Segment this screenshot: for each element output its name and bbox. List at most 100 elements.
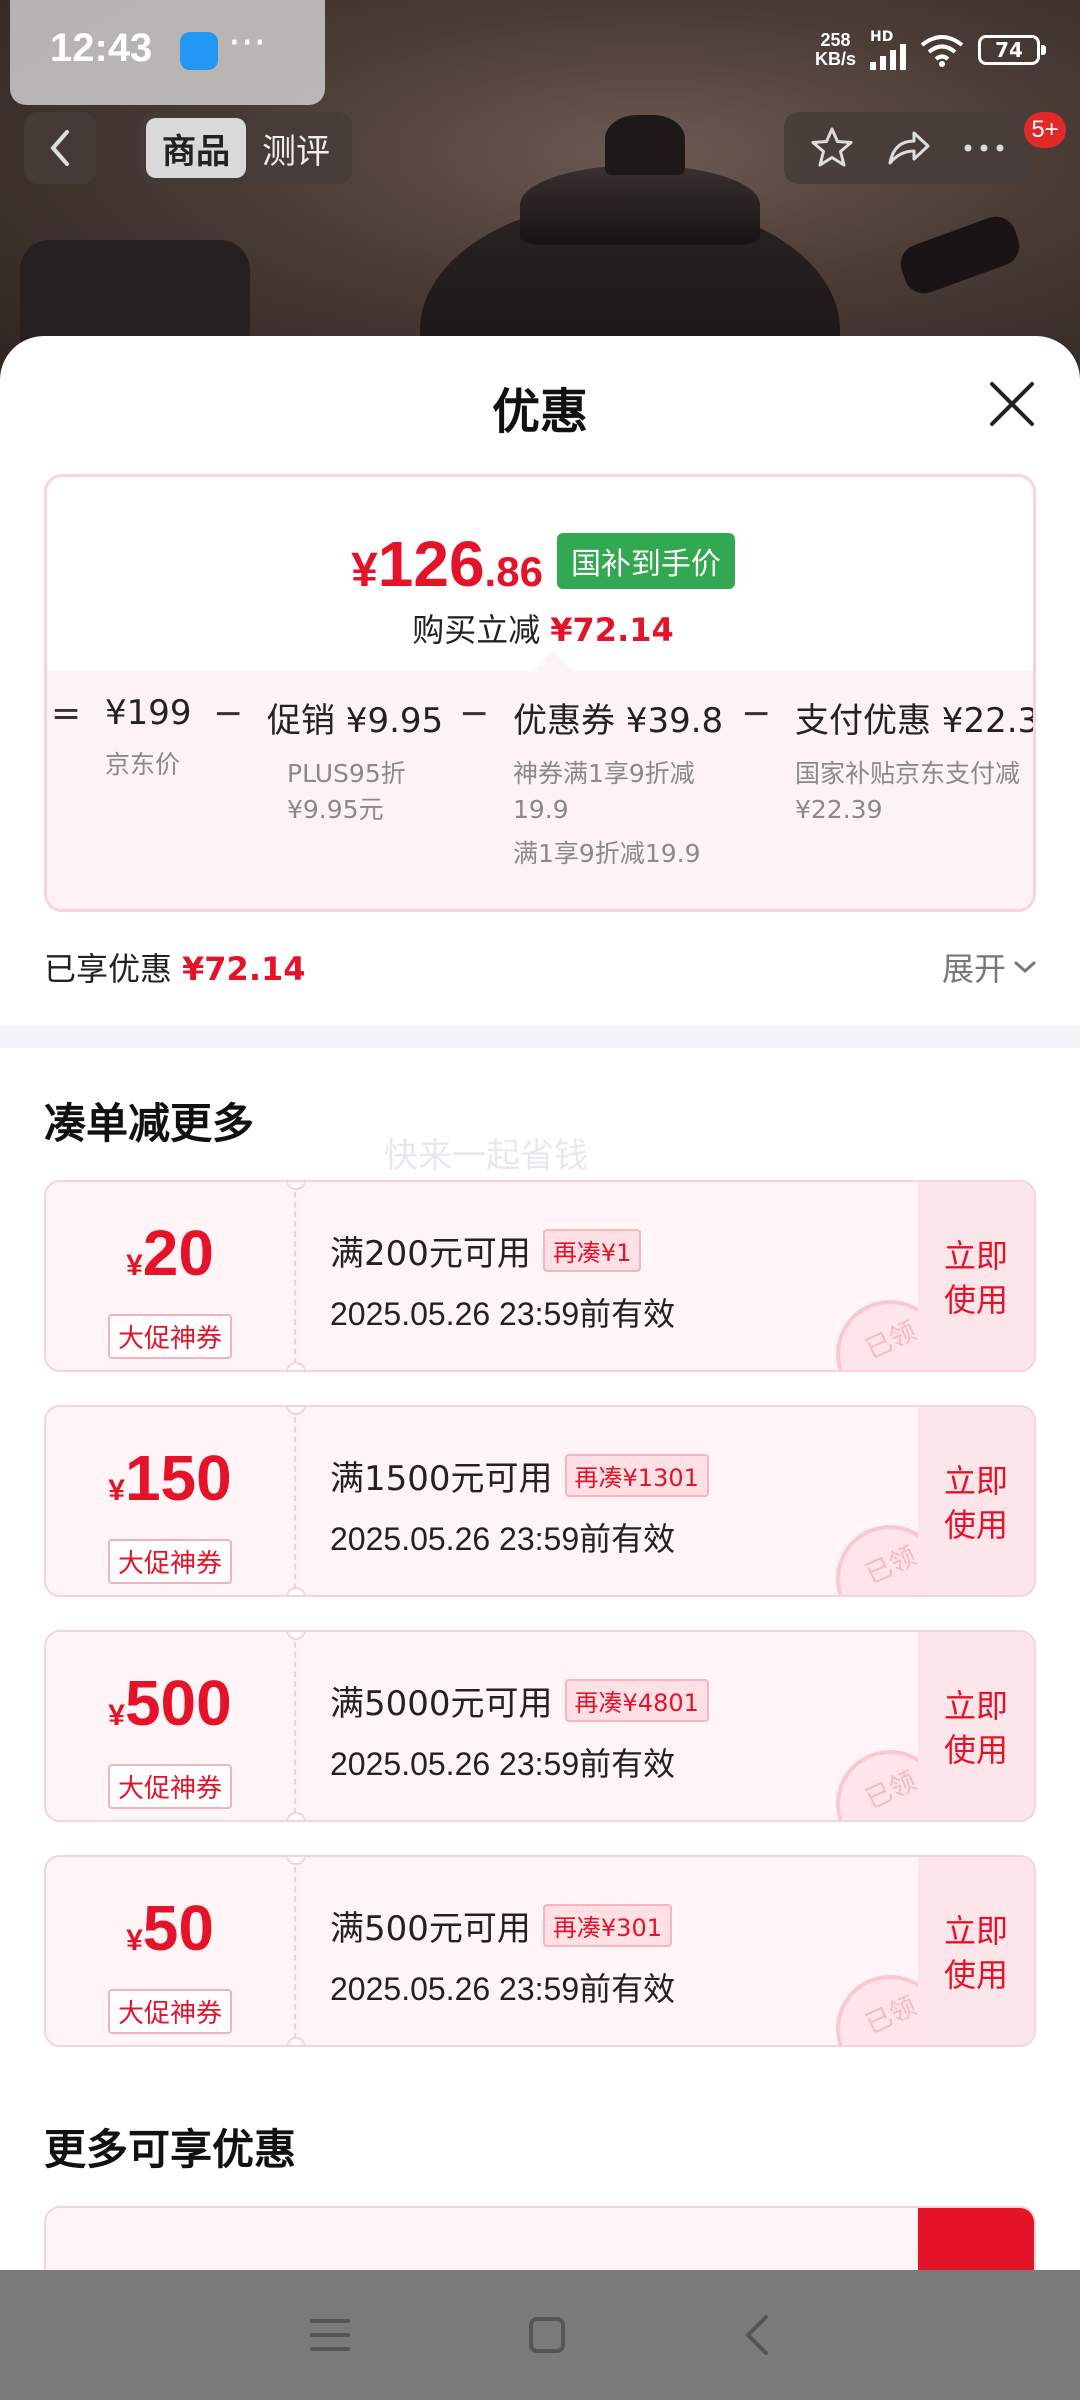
status-left-panel: 12:43 ··· bbox=[10, 0, 325, 105]
enjoyed-discount: 已享优惠 ¥72.14 bbox=[44, 944, 306, 990]
price-integer: 126 bbox=[377, 528, 485, 600]
use-now-line: 立即 bbox=[943, 1687, 1008, 1725]
coupon-validity: 2025.05.26 23:59前有效 bbox=[330, 1296, 676, 1332]
coupon-card: ¥50 大促神券 满500元可用 再凑¥301 2025.05.26 23:59… bbox=[44, 1855, 1036, 2047]
chevron-left-icon bbox=[50, 130, 69, 166]
coupon-notch bbox=[286, 1362, 306, 1370]
chevron-down-icon bbox=[1014, 961, 1036, 974]
breakdown-amount: 促销 ¥9.95 bbox=[267, 701, 444, 741]
coupon-info: 满5000元可用 再凑¥4801 2025.05.26 23:59前有效 bbox=[330, 1676, 709, 1785]
coupon-remaining-tag: 再凑¥301 bbox=[542, 1904, 672, 1947]
coupon-currency: ¥ bbox=[108, 1699, 125, 1732]
equals-sign: = bbox=[51, 693, 82, 734]
final-price: ¥ 126 .86 国补到手价 bbox=[47, 527, 1033, 601]
use-now-line: 使用 bbox=[943, 1956, 1008, 1994]
use-now-line: 使用 bbox=[943, 1731, 1008, 1769]
pot-knob-decor bbox=[605, 115, 685, 175]
coupon-info: 满1500元可用 再凑¥1301 2025.05.26 23:59前有效 bbox=[330, 1451, 709, 1560]
breakdown-desc: 国家补贴京东支付减 ¥22.39 bbox=[795, 756, 1033, 828]
coupon-amount: ¥500 bbox=[46, 1670, 294, 1754]
tab-review[interactable]: 测评 bbox=[246, 118, 346, 178]
coupon-condition-text: 满1500元可用 bbox=[330, 1459, 553, 1499]
breakdown-desc-line: ¥22.39 bbox=[795, 795, 883, 824]
status-time: 12:43 bbox=[50, 26, 153, 70]
use-now-label: 立即 使用 bbox=[941, 1234, 1011, 1322]
instant-discount-amount: ¥72.14 bbox=[550, 611, 674, 649]
use-now-button[interactable]: 立即 使用 bbox=[918, 1407, 1034, 1595]
use-now-button[interactable]: 立即 使用 bbox=[918, 1182, 1034, 1370]
instant-discount-label: 购买立减 bbox=[412, 611, 541, 649]
coupon-validity: 2025.05.26 23:59前有效 bbox=[330, 1521, 676, 1557]
use-now-line: 立即 bbox=[943, 1237, 1008, 1275]
coupon-condition-text: 满5000元可用 bbox=[330, 1684, 553, 1724]
coupon-amount-number: 500 bbox=[124, 1667, 232, 1739]
coupon-card: ¥500 大促神券 满5000元可用 再凑¥4801 2025.05.26 23… bbox=[44, 1630, 1036, 1822]
price-summary-card: ¥ 126 .86 国补到手价 购买立减 ¥72.14 = ¥199 京东价 − … bbox=[44, 474, 1036, 912]
breakdown-pointer bbox=[533, 651, 573, 691]
breakdown-item-coupon: 优惠券 ¥39.8 神券满1享9折减19.9 满1享9折减19.9 bbox=[513, 693, 723, 872]
coupon-remaining-tag: 再凑¥1 bbox=[542, 1229, 642, 1272]
price-decimal: .86 bbox=[484, 548, 543, 595]
tab-product[interactable]: 商品 bbox=[146, 118, 246, 178]
coupon-currency: ¥ bbox=[108, 1474, 125, 1507]
home-icon[interactable] bbox=[527, 2315, 567, 2355]
coupon-card: ¥20 大促神券 满200元可用 再凑¥1 2025.05.26 23:59前有… bbox=[44, 1180, 1036, 1372]
claimed-stamp-text: 已领 bbox=[861, 1766, 921, 1816]
coupon-condition-text: 满200元可用 bbox=[330, 1234, 531, 1274]
use-now-button[interactable]: 立即 使用 bbox=[918, 1632, 1034, 1820]
coupon-value: ¥20 大促神券 bbox=[46, 1182, 296, 1370]
more-discount-card bbox=[44, 2206, 1036, 2270]
breakdown-item-promotion: 促销 ¥9.95 PLUS95折 ¥9.95元 bbox=[267, 693, 443, 828]
coupon-amount-number: 150 bbox=[124, 1442, 232, 1514]
share-icon[interactable] bbox=[884, 125, 932, 171]
coupon-info: 满200元可用 再凑¥1 2025.05.26 23:59前有效 bbox=[330, 1226, 675, 1335]
use-now-button[interactable]: 立即 使用 bbox=[918, 1857, 1034, 2045]
sheet-title: 优惠 bbox=[491, 384, 588, 440]
coupon-currency: ¥ bbox=[126, 1924, 143, 1957]
breakdown-desc: 神券满1享9折减19.9 满1享9折减19.9 bbox=[513, 756, 723, 872]
coupon-remaining-tag: 再凑¥4801 bbox=[564, 1679, 709, 1722]
coupon-amount-number: 50 bbox=[142, 1892, 214, 1964]
status-bar: 12:43 ··· 258 KB/s HD 74 bbox=[0, 0, 1080, 105]
battery-icon: 74 bbox=[978, 35, 1046, 65]
expand-button[interactable]: 展开 bbox=[942, 944, 1036, 990]
system-nav-bar bbox=[0, 2270, 1080, 2400]
minus-sign: − bbox=[741, 693, 772, 734]
header-tabs: 商品 测评 bbox=[140, 112, 352, 184]
star-icon[interactable] bbox=[809, 125, 855, 171]
breakdown-amount: 支付优惠 ¥22.39 bbox=[795, 701, 1036, 741]
coupon-type-tag: 大促神券 bbox=[107, 1314, 232, 1359]
coupon-info: 满500元可用 再凑¥301 2025.05.26 23:59前有效 bbox=[330, 1901, 675, 2010]
network-speed-unit: KB/s bbox=[814, 49, 856, 69]
claimed-stamp-text: 已领 bbox=[861, 1541, 921, 1591]
claimed-stamp-text: 已领 bbox=[861, 1316, 921, 1366]
coupon-type-tag: 大促神券 bbox=[107, 1539, 232, 1584]
coupon-value: ¥50 大促神券 bbox=[46, 1857, 296, 2045]
close-icon[interactable] bbox=[984, 376, 1040, 432]
coupon-condition: 满5000元可用 再凑¥4801 bbox=[330, 1676, 709, 1725]
coupon-condition: 满500元可用 再凑¥301 bbox=[330, 1901, 675, 1950]
breakdown-desc: PLUS95折 ¥9.95元 bbox=[267, 756, 443, 828]
back-button[interactable] bbox=[24, 112, 96, 184]
coupon-type-tag: 大促神券 bbox=[107, 1989, 232, 2034]
coupon-condition: 满1500元可用 再凑¥1301 bbox=[330, 1451, 709, 1500]
coupon-condition-text: 满500元可用 bbox=[330, 1909, 531, 1949]
coupon-currency: ¥ bbox=[126, 1249, 143, 1282]
signal-icon bbox=[870, 44, 906, 70]
menu-icon[interactable] bbox=[308, 2315, 352, 2355]
app-notification-icon bbox=[180, 32, 218, 70]
coupon-validity: 2025.05.26 23:59前有效 bbox=[330, 1746, 676, 1782]
coupon-value: ¥500 大促神券 bbox=[46, 1632, 296, 1820]
minus-sign: − bbox=[213, 693, 244, 734]
use-now-label: 立即 使用 bbox=[941, 1909, 1011, 1997]
use-now-label: 立即 使用 bbox=[941, 1684, 1011, 1772]
more-discount-action[interactable] bbox=[918, 2208, 1034, 2270]
more-notifications-icon: ··· bbox=[228, 20, 267, 66]
more-icon[interactable] bbox=[961, 138, 1007, 158]
use-now-line: 立即 bbox=[943, 1462, 1008, 1500]
section-title-more-discounts: 更多可享优惠 bbox=[44, 2125, 297, 2174]
coupon-amount-number: 20 bbox=[142, 1217, 214, 1289]
back-nav-icon[interactable] bbox=[742, 2313, 772, 2357]
network-type: HD bbox=[870, 29, 894, 45]
section-title-add-more: 凑单减更多 bbox=[44, 1099, 255, 1148]
